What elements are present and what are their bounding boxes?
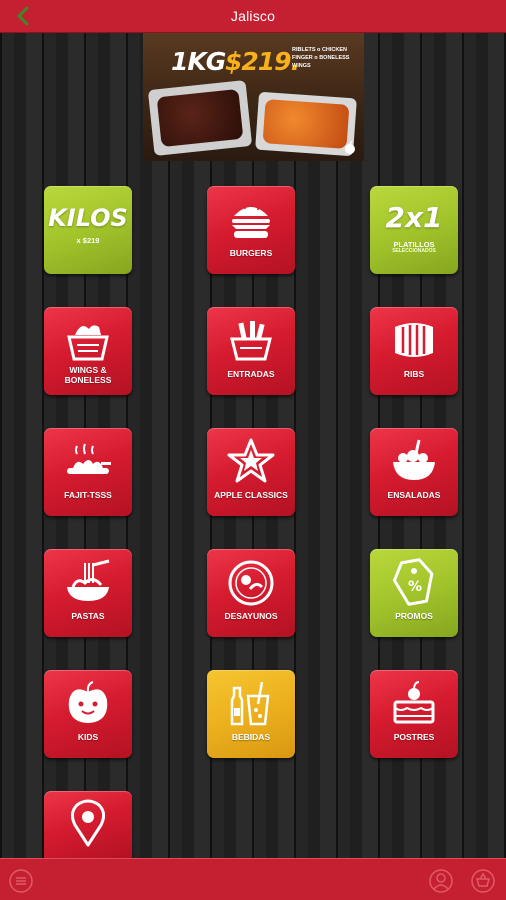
user-button[interactable] (428, 868, 454, 894)
chevron-left-icon (17, 7, 29, 25)
apple-classics-label: APPLE CLASSICS (214, 490, 288, 500)
cart-button[interactable] (470, 868, 496, 894)
menu-list-button[interactable] (8, 868, 34, 894)
bebidas-label: BEBIDAS (231, 732, 271, 742)
svg-text:%: % (408, 579, 422, 595)
location-pin-icon (70, 799, 106, 847)
menu-tile-postres[interactable]: POSTRES (370, 670, 458, 758)
menu-tile-ribs[interactable]: RIBS (370, 307, 458, 395)
burgers-label: BURGERS (229, 248, 273, 258)
wings-basket-icon (67, 325, 109, 361)
page-title: Jalisco (230, 8, 276, 24)
ribs-tray-image (147, 80, 253, 156)
menu-tile-wings[interactable]: WINGS & BONELESS (44, 307, 132, 395)
salad-icon (393, 439, 435, 480)
ribs-icon (395, 323, 433, 357)
menu-tile-bebidas[interactable]: BEBIDAS (207, 670, 295, 758)
2x1-subtitle-2: SELECCIONADOS (392, 248, 436, 254)
postres-label: POSTRES (393, 732, 435, 742)
fries-basket-icon (230, 321, 272, 361)
menu-tile-kids[interactable]: KIDS (44, 670, 132, 758)
banner-weight: 1KG (171, 47, 226, 76)
desayunos-label: DESAYUNOS (224, 611, 278, 621)
kilos-title: KILOS (48, 204, 128, 232)
menu-tile-pastas[interactable]: PASTAS (44, 549, 132, 637)
promo-banner[interactable]: 1KG $219. RIBLETS o CHICKEN FINGER o BON… (143, 33, 364, 161)
cake-icon (393, 681, 435, 724)
pasta-fork-icon (67, 559, 110, 601)
wings-label: WINGS & BONELESS (64, 365, 112, 385)
2x1-title: 2x1 (385, 201, 443, 234)
user-icon (429, 869, 453, 893)
promos-label: PROMOS (395, 611, 433, 621)
bottom-nav-bar (0, 858, 506, 900)
cart-icon (471, 869, 495, 893)
fajitas-label: FAJIT-TSSS (64, 490, 112, 500)
ribs-label: RIBS (403, 369, 425, 379)
kilos-subtitle: x $219 (76, 236, 100, 245)
kids-label: KIDS (77, 732, 99, 742)
ensaladas-label: ENSALADAS (387, 490, 441, 500)
menu-tile-desayunos[interactable]: DESAYUNOS (207, 549, 295, 637)
entradas-label: ENTRADAS (227, 369, 275, 379)
drinks-icon (230, 681, 270, 726)
apple-icon (345, 141, 355, 154)
star-icon (227, 438, 275, 483)
menu-tile-fajitas[interactable]: FAJIT-TSSS (44, 428, 132, 516)
tag-icon: % (392, 558, 434, 606)
banner-small-text: RIBLETS o CHICKEN FINGER o BONELESS WING… (292, 47, 350, 69)
burger-icon (232, 205, 270, 238)
banner-price: $219. (225, 47, 300, 76)
boneless-tray-image (255, 91, 357, 157)
menu-list-icon (9, 869, 33, 893)
back-button[interactable] (10, 3, 36, 29)
menu-tile-entradas[interactable]: ENTRADAS (207, 307, 295, 395)
fajitas-icon (67, 443, 111, 474)
menu-tile-ensaladas[interactable]: ENSALADAS (370, 428, 458, 516)
menu-tile-ubicacion[interactable] (44, 791, 132, 858)
menu-tile-kilos[interactable]: KILOS x $219 (44, 186, 132, 274)
menu-tile-apple-classics[interactable]: APPLE CLASSICS (207, 428, 295, 516)
apple-face-icon (68, 681, 108, 723)
menu-tile-promos[interactable]: % PROMOS (370, 549, 458, 637)
breakfast-plate-icon (228, 560, 274, 606)
pastas-label: PASTAS (71, 611, 105, 621)
header-bar: Jalisco (0, 0, 506, 33)
menu-tile-2x1[interactable]: 2x1 PLATILLOS SELECCIONADOS (370, 186, 458, 274)
menu-tile-burgers[interactable]: BURGERS (207, 186, 295, 274)
